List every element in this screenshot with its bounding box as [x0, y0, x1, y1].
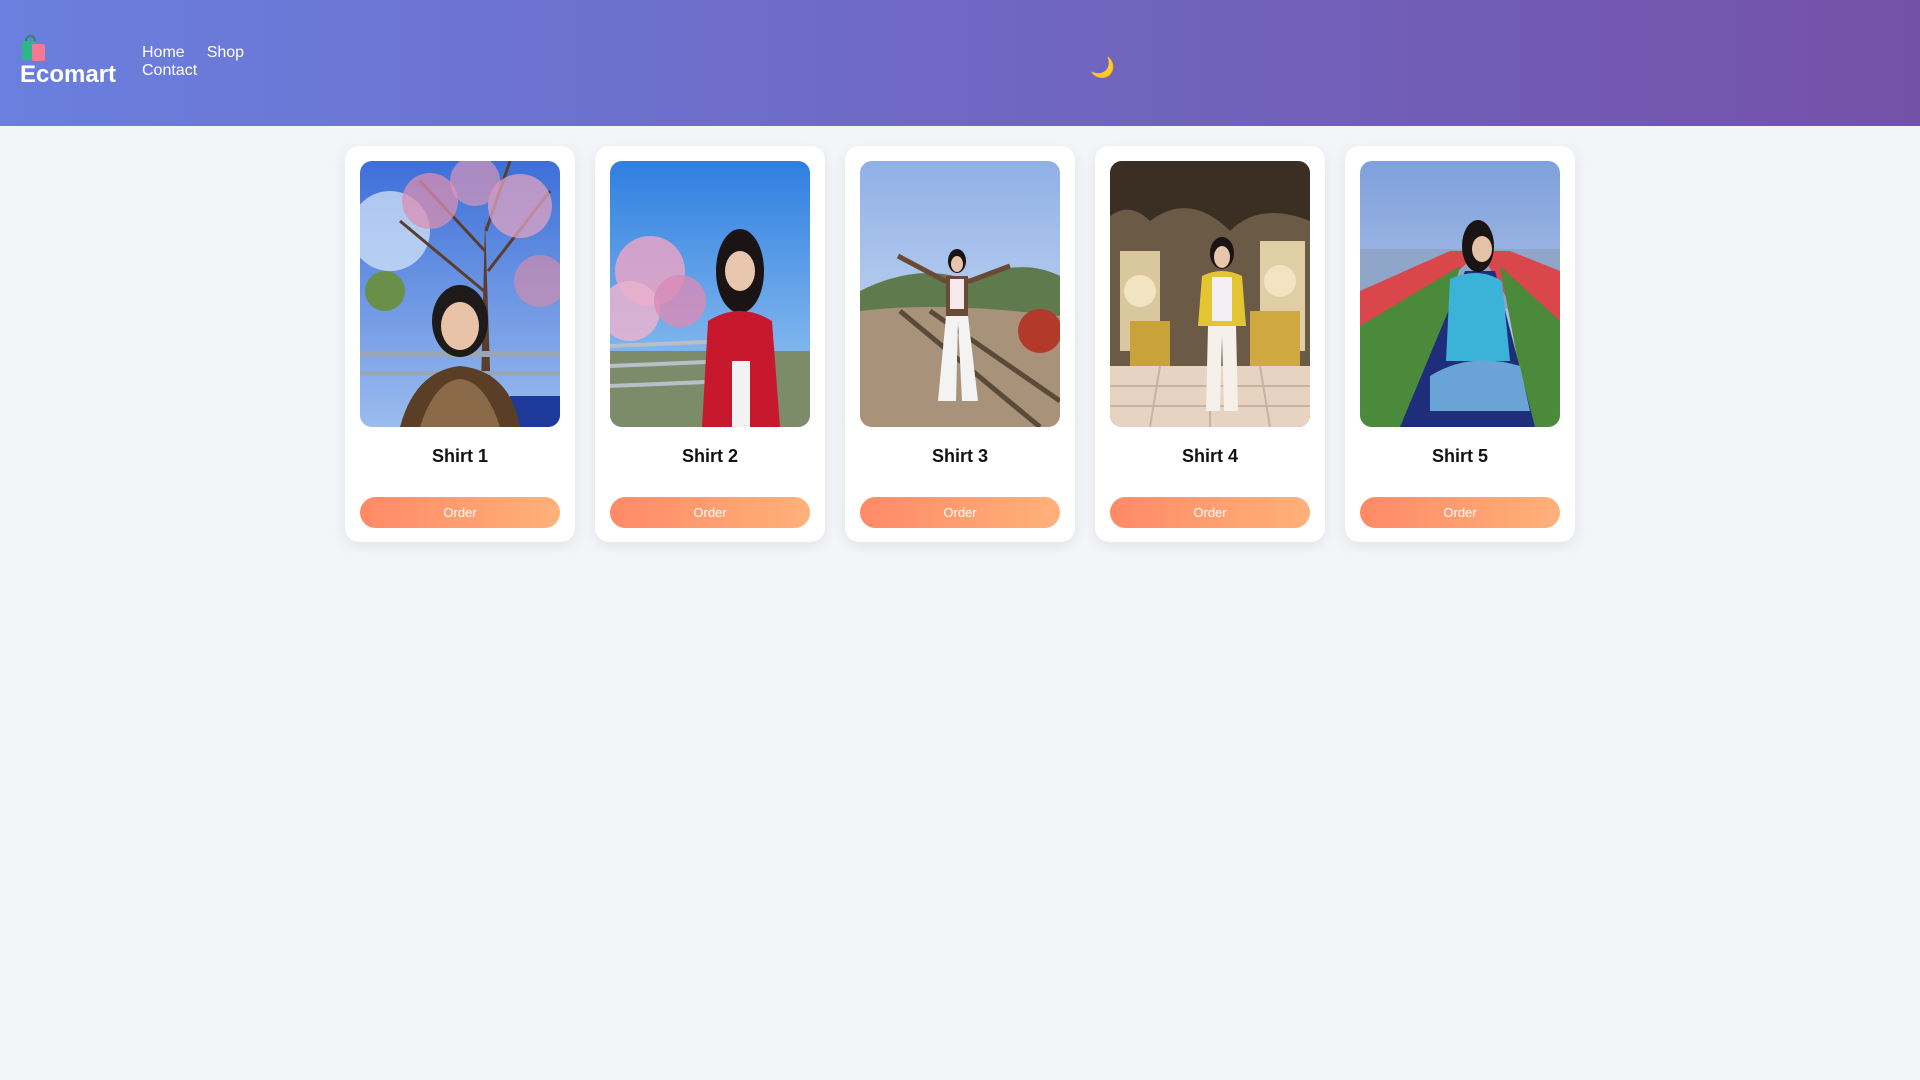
theme-toggle-button[interactable]: 🌙 — [1090, 56, 1115, 80]
product-card: Shirt 3 Order — [845, 146, 1075, 542]
product-card: Shirt 5 Order — [1345, 146, 1575, 542]
product-card: Shirt 4 Order — [1095, 146, 1325, 542]
site-header: Ecomart Home Shop Contact 🌙 — [0, 0, 1920, 126]
order-button[interactable]: Order — [1360, 497, 1560, 528]
product-card: Shirt 1 Order — [345, 146, 575, 542]
moon-icon: 🌙 — [1090, 57, 1115, 79]
nav-link-contact[interactable]: Contact — [142, 62, 197, 80]
main-nav: Home Shop Contact — [142, 44, 272, 80]
order-button[interactable]: Order — [360, 497, 560, 528]
product-photo — [1360, 161, 1560, 427]
product-photo — [610, 161, 810, 427]
product-title: Shirt 2 — [681, 446, 738, 466]
nav-link-home[interactable]: Home — [142, 44, 185, 62]
product-photo — [360, 161, 560, 427]
brand-logo[interactable]: Ecomart — [20, 34, 116, 89]
product-title: Shirt 1 — [431, 446, 488, 466]
product-title: Shirt 4 — [1181, 446, 1238, 466]
product-card: Shirt 2 Order — [595, 146, 825, 542]
product-title: Shirt 3 — [931, 446, 988, 466]
nav-link-shop[interactable]: Shop — [207, 44, 244, 62]
product-photo — [860, 161, 1060, 427]
brand-name: Ecomart — [20, 61, 117, 88]
order-button[interactable]: Order — [860, 497, 1060, 528]
order-button[interactable]: Order — [1110, 497, 1310, 528]
order-button[interactable]: Order — [610, 497, 810, 528]
product-title: Shirt 5 — [1431, 446, 1488, 466]
product-photo — [1110, 161, 1310, 427]
shopping-bags-icon — [20, 34, 48, 64]
product-grid: Shirt 1 Order Shirt 2 Order Shirt 3 Orde… — [345, 146, 1575, 542]
